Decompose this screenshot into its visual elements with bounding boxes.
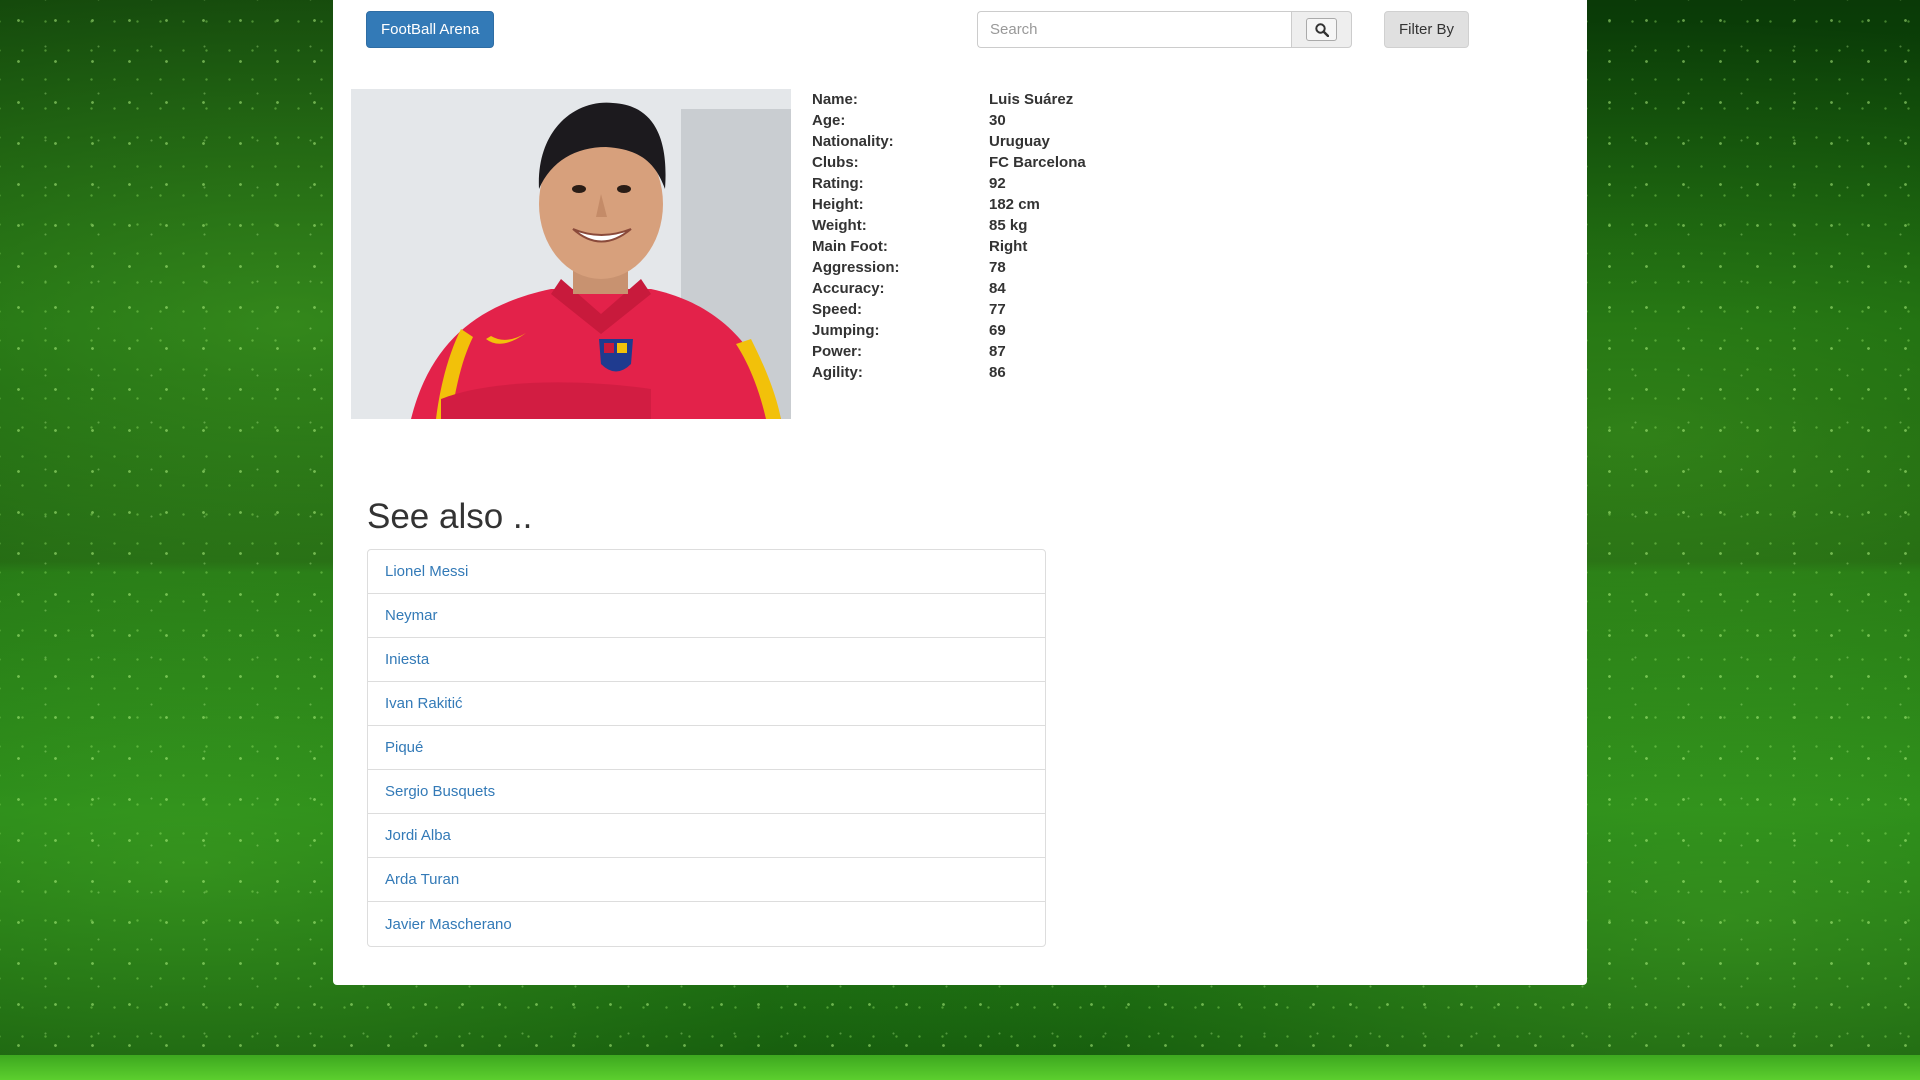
stat-value: 77 bbox=[989, 301, 1006, 318]
stat-value: 69 bbox=[989, 322, 1006, 339]
stat-row: Weight: 85 kg bbox=[812, 215, 1086, 236]
stat-row: Speed: 77 bbox=[812, 299, 1086, 320]
stat-value: 87 bbox=[989, 343, 1006, 360]
stat-label: Nationality: bbox=[812, 133, 894, 150]
search-button-wrap bbox=[1291, 11, 1352, 48]
filter-button[interactable]: Filter By bbox=[1384, 11, 1470, 48]
stat-value: 85 kg bbox=[989, 217, 1028, 234]
stat-value: Right bbox=[989, 238, 1028, 255]
stat-row: Aggression: 78 bbox=[812, 257, 1086, 278]
stat-row: Jumping: 69 bbox=[812, 320, 1086, 341]
see-also-link[interactable]: Iniesta bbox=[368, 638, 1045, 682]
stat-label: Power: bbox=[812, 343, 863, 360]
stat-row: Agility: 86 bbox=[812, 362, 1086, 383]
see-also-link[interactable]: Javier Mascherano bbox=[368, 902, 1045, 946]
player-photo bbox=[351, 89, 791, 419]
stat-row: Height: 182 cm bbox=[812, 194, 1086, 215]
stat-value: 78 bbox=[989, 259, 1006, 276]
see-also-link[interactable]: Jordi Alba bbox=[368, 814, 1045, 858]
search-input[interactable] bbox=[977, 11, 1291, 48]
player-photo-illustration bbox=[351, 89, 791, 419]
stat-row: Rating: 92 bbox=[812, 173, 1086, 194]
stat-row: Accuracy: 84 bbox=[812, 278, 1086, 299]
see-also-link[interactable]: Arda Turan bbox=[368, 858, 1045, 902]
see-also-link[interactable]: Ivan Rakitić bbox=[368, 682, 1045, 726]
see-also-link[interactable]: Piqué bbox=[368, 726, 1045, 770]
stat-row: Name: Luis Suárez bbox=[812, 89, 1086, 110]
see-also-list: Lionel Messi Neymar Iniesta Ivan Rakitić Piq… bbox=[367, 549, 1046, 947]
stat-label: Height: bbox=[812, 196, 864, 213]
stat-value: 30 bbox=[989, 112, 1006, 129]
see-also-link[interactable]: Sergio Busquets bbox=[368, 770, 1045, 814]
stat-value: Luis Suárez bbox=[989, 91, 1074, 108]
stat-label: Rating: bbox=[812, 175, 864, 192]
stat-value: 182 cm bbox=[989, 196, 1040, 213]
search-button[interactable] bbox=[1306, 18, 1337, 41]
stat-row: Age: 30 bbox=[812, 110, 1086, 131]
brand-button[interactable]: FootBall Arena bbox=[366, 11, 495, 48]
search-icon bbox=[1314, 22, 1329, 37]
stat-value: 84 bbox=[989, 280, 1006, 297]
see-also-link[interactable]: Lionel Messi bbox=[368, 550, 1045, 594]
stat-label: Aggression: bbox=[812, 259, 900, 276]
see-also-link[interactable]: Neymar bbox=[368, 594, 1045, 638]
stat-row: Nationality: Uruguay bbox=[812, 131, 1086, 152]
stat-row: Power: 87 bbox=[812, 341, 1086, 362]
stat-label: Weight: bbox=[812, 217, 867, 234]
stat-row: Clubs: FC Barcelona bbox=[812, 152, 1086, 173]
stat-value: Uruguay bbox=[989, 133, 1050, 150]
stat-row: Main Foot: Right bbox=[812, 236, 1086, 257]
stat-value: 92 bbox=[989, 175, 1006, 192]
stat-label: Accuracy: bbox=[812, 280, 885, 297]
stat-label: Agility: bbox=[812, 364, 863, 381]
see-also-heading: See also .. bbox=[367, 497, 533, 536]
stat-label: Speed: bbox=[812, 301, 863, 318]
stat-label: Age: bbox=[812, 112, 846, 129]
stat-label: Main Foot: bbox=[812, 238, 888, 255]
stat-value: FC Barcelona bbox=[989, 154, 1086, 171]
background-band bbox=[0, 1055, 1920, 1080]
stat-label: Name: bbox=[812, 91, 858, 108]
search-group bbox=[977, 11, 1352, 48]
stat-label: Jumping: bbox=[812, 322, 880, 339]
stat-label: Clubs: bbox=[812, 154, 859, 171]
stat-value: 86 bbox=[989, 364, 1006, 381]
main-panel: FootBall Arena Filter By bbox=[333, 0, 1587, 985]
player-stats: Name: Luis Suárez Age: 30 Nationality: Urugua… bbox=[812, 89, 1086, 383]
